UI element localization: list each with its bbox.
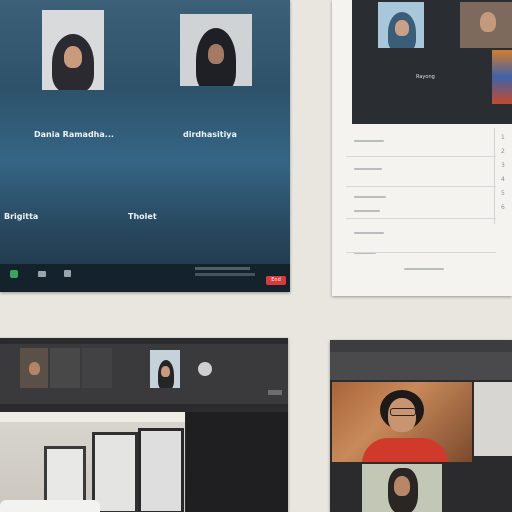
video-icon[interactable] — [38, 271, 46, 277]
participant-tile[interactable] — [362, 464, 442, 512]
tile-label — [268, 390, 282, 395]
participant-tile[interactable] — [150, 350, 180, 388]
end-meeting-button[interactable]: End — [266, 276, 286, 285]
window — [92, 432, 138, 512]
participant-name: dirdhasitiya — [183, 130, 237, 139]
meeting-panel: Rayong — [352, 0, 512, 124]
participant-tile[interactable] — [492, 50, 512, 104]
participant-tile[interactable] — [474, 382, 512, 456]
glasses-icon — [390, 408, 416, 416]
share-screen-icon[interactable] — [64, 270, 71, 277]
participant-tile[interactable] — [82, 348, 112, 388]
participant-tile[interactable] — [460, 2, 512, 48]
mic-icon[interactable] — [10, 270, 18, 278]
participant-tile[interactable] — [378, 2, 424, 48]
video-tile-dark — [186, 412, 288, 512]
profile-placeholder-icon — [198, 362, 212, 376]
document-sidebar — [346, 128, 396, 290]
photo-print-zoom-gallery: Dania Ramadha... dirdhasitiya Brigitta T… — [0, 0, 290, 292]
meeting-toolbar: End — [0, 264, 290, 292]
photo-print-zoom-speaker — [330, 340, 512, 512]
participant-tile-dirdhasitiya[interactable] — [180, 14, 252, 86]
active-speaker-tile[interactable] — [332, 382, 472, 462]
participant-tile-dania[interactable] — [42, 10, 104, 90]
shared-video — [0, 412, 185, 512]
window — [138, 428, 184, 512]
toolbar-info — [195, 267, 250, 270]
photo-print-zoom-document: Rayong 1 2 3 4 5 6 — [332, 0, 512, 296]
participant-tile[interactable] — [20, 348, 48, 388]
participant-name: Tholet — [128, 212, 157, 221]
participant-strip — [330, 352, 512, 380]
top-bar — [330, 340, 512, 352]
photo-print-zoom-room — [0, 338, 288, 512]
participant-name: Brigitta — [4, 212, 39, 221]
participant-strip — [0, 344, 288, 404]
participant-name: Dania Ramadha... — [34, 130, 114, 139]
row-number-column: 1 2 3 4 5 6 — [494, 128, 512, 224]
participant-name: Rayong — [416, 74, 435, 80]
participant-tile[interactable] — [50, 348, 80, 388]
